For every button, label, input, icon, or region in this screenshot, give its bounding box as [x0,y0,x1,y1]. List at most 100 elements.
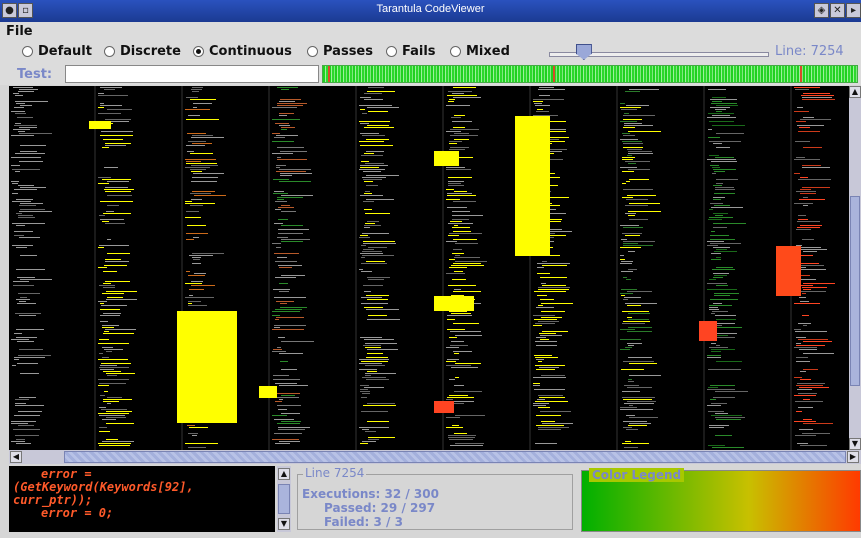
code-line-mark [540,411,571,412]
code-line-mark [107,239,111,240]
mode-mixed[interactable]: Mixed [450,44,510,59]
test-input[interactable] [65,65,319,83]
code-line-mark [188,305,207,306]
code-line-mark [187,225,206,226]
maximize-icon[interactable]: ▸ [846,3,861,18]
code-line-mark [276,165,286,166]
code-line-mark [446,189,454,190]
code-line-mark [361,397,367,398]
menu-file[interactable]: File [6,24,33,39]
code-line-mark [451,401,474,402]
code-lines-canvas[interactable] [9,86,849,450]
code-line-mark [281,341,314,342]
code-line-mark [448,181,464,182]
radio-passes[interactable] [307,46,318,57]
code-line-mark [11,181,19,182]
code-line-mark [799,349,817,350]
code-line-mark [534,389,565,390]
code-line-mark [100,395,105,396]
mode-continuous[interactable]: Continuous [193,44,292,59]
code-line-mark [454,353,459,354]
code-line-mark [538,427,569,428]
radio-mixed[interactable] [450,46,461,57]
code-line-mark [538,321,559,322]
scroll-right-icon[interactable]: ▶ [847,451,859,463]
code-line-mark [623,421,647,422]
mode-default[interactable]: Default [22,44,92,59]
code-line-mark [278,409,287,410]
radio-continuous[interactable] [193,46,204,57]
code-line-mark [103,271,117,272]
code-line-mark [800,119,831,120]
code-block-mark [259,386,277,398]
radio-default[interactable] [22,46,33,57]
code-line-mark [713,199,721,200]
scroll-down-icon[interactable]: ▼ [849,438,861,450]
test-fail-tick[interactable] [553,66,555,82]
code-line-mark [454,271,463,272]
test-fail-tick[interactable] [328,66,330,82]
test-fail-tick[interactable] [800,66,802,82]
horizontal-scroll-thumb[interactable] [64,451,846,463]
code-line-mark [712,167,720,168]
code-line-mark [364,193,372,194]
code-line-mark [628,313,650,314]
code-line-mark [191,171,202,172]
code-line-mark [798,339,828,340]
source-code-panel[interactable]: error = (GetKeyword(Keywords[92], curr_p… [9,466,275,532]
code-line-mark [19,133,52,134]
code-line-mark [803,93,830,94]
radio-fails[interactable] [386,46,397,57]
code-line-mark [102,325,119,326]
code-line-mark [449,337,457,338]
code-line-mark [101,409,127,410]
restore-icon[interactable]: ◈ [814,3,829,18]
code-line-mark [623,299,628,300]
scroll-left-icon[interactable]: ◀ [10,451,22,463]
code-line-mark [99,383,126,384]
scroll-up-icon[interactable]: ▲ [849,86,861,98]
code-line-mark [803,283,835,284]
code-line-mark [192,91,199,92]
code-line-mark [620,293,633,294]
code-line-mark [623,189,653,190]
test-label: Test: [17,67,53,82]
code-line-mark [364,225,381,226]
code-line-mark [538,429,561,430]
code-line-mark [102,419,116,420]
code-line-mark [368,247,387,248]
source-scrollbar[interactable]: ▲ ▼ [277,466,291,532]
code-line-mark [535,401,568,402]
code-line-mark [281,241,303,242]
code-line-mark [186,239,194,240]
mode-fails[interactable]: Fails [386,44,436,59]
code-line-mark [362,429,369,430]
code-line-mark [622,157,635,158]
code-overview[interactable] [9,86,849,450]
mode-passes[interactable]: Passes [307,44,373,59]
code-line-mark [185,167,210,168]
code-line-mark [280,151,307,152]
vertical-scroll-thumb[interactable] [850,196,860,386]
code-line-mark [272,439,299,440]
code-line-mark [798,215,806,216]
code-line-mark [802,99,835,100]
close-icon[interactable]: ✕ [830,3,845,18]
code-line-mark [711,103,737,104]
code-line-mark [103,283,111,284]
mode-discrete[interactable]: Discrete [104,44,181,59]
source-scroll-thumb[interactable] [278,484,290,514]
source-scroll-down-icon[interactable]: ▼ [278,518,290,530]
code-line-mark [449,149,465,150]
code-line-mark [446,169,471,170]
code-line-mark [624,123,642,124]
vertical-scrollbar[interactable]: ▲ ▼ [849,86,861,450]
test-results-strip[interactable] [322,65,858,83]
source-scroll-up-icon[interactable]: ▲ [278,468,290,480]
code-line-mark [797,125,824,126]
code-line-mark [446,417,460,418]
radio-discrete[interactable] [104,46,115,57]
code-line-mark [360,195,383,196]
horizontal-scrollbar[interactable]: ◀ ▶ [9,450,861,464]
code-line-mark [98,343,129,344]
